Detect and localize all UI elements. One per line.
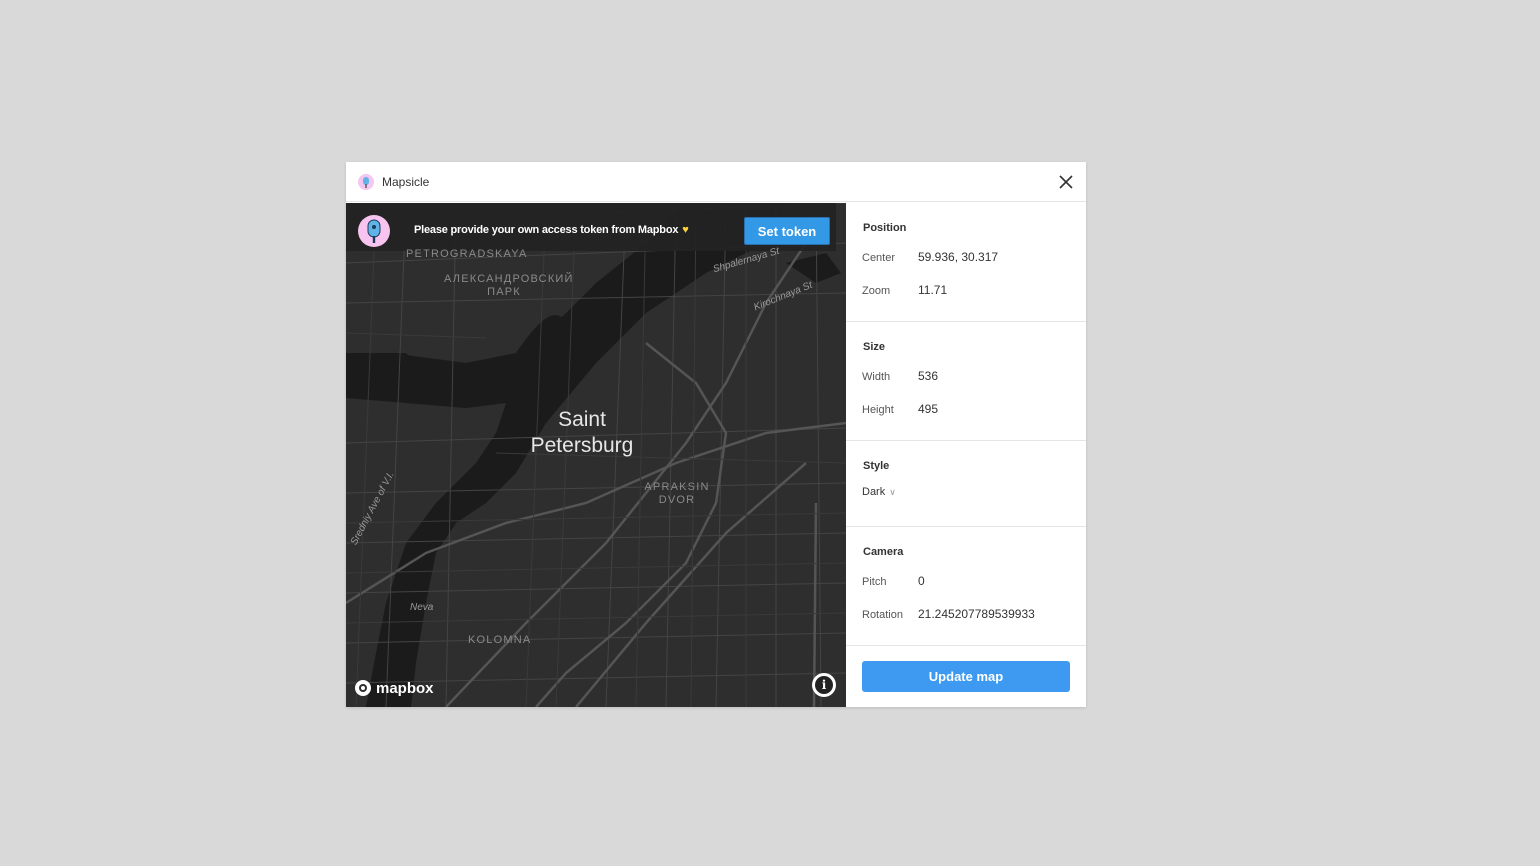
- mapbox-logo-icon: [355, 680, 371, 696]
- map-info-button[interactable]: i: [812, 673, 836, 697]
- style-section: Style Dark ∨: [846, 441, 1086, 527]
- map-label-apraksin: APRAKSIN DVOR: [642, 481, 712, 507]
- height-value[interactable]: 495: [918, 402, 1078, 416]
- style-dropdown[interactable]: Dark ∨: [862, 486, 896, 498]
- popsicle-icon: [358, 174, 374, 190]
- set-token-button[interactable]: Set token: [744, 217, 830, 245]
- plugin-window: Mapsicle Please provide your own access …: [346, 162, 1086, 707]
- map-city-label: Saint Petersburg: [522, 407, 642, 459]
- update-map-button[interactable]: Update map: [862, 661, 1070, 692]
- center-value[interactable]: 59.936, 30.317: [918, 250, 1078, 264]
- river-label-neva: Neva: [410, 602, 434, 613]
- style-selected: Dark: [862, 486, 886, 498]
- popsicle-icon: [358, 215, 390, 247]
- pitch-label: Pitch: [862, 576, 887, 588]
- size-title: Size: [863, 341, 886, 353]
- settings-panel: Position Center 59.936, 30.317 Zoom 11.7…: [846, 203, 1086, 707]
- rotation-label: Rotation: [862, 609, 903, 621]
- center-label: Center: [862, 252, 896, 264]
- width-label: Width: [862, 371, 891, 383]
- close-icon[interactable]: [1056, 172, 1076, 192]
- window-title: Mapsicle: [382, 175, 430, 189]
- position-title: Position: [863, 222, 907, 234]
- height-label: Height: [862, 404, 894, 416]
- map-view[interactable]: Please provide your own access token fro…: [346, 203, 846, 707]
- mapbox-wordmark: mapbox: [376, 679, 434, 697]
- map-label-park: АЛЕКСАНДРОВСКИЙ ПАРК: [444, 273, 574, 299]
- title-bar: Mapsicle: [346, 162, 1086, 202]
- camera-section: Camera Pitch 0 Rotation 21.2452077895399…: [846, 527, 1086, 646]
- map-label-park-line1: АЛЕКСАНДРОВСКИЙ: [444, 273, 574, 285]
- token-banner: Please provide your own access token fro…: [346, 203, 836, 251]
- position-section: Position Center 59.936, 30.317 Zoom 11.7…: [846, 203, 1086, 322]
- zoom-label: Zoom: [862, 285, 891, 297]
- info-icon: i: [815, 676, 833, 694]
- city-line2: Petersburg: [530, 434, 634, 457]
- size-section: Size Width 536 Height 495: [846, 322, 1086, 441]
- camera-title: Camera: [863, 546, 904, 558]
- map-label-apraksin-line1: APRAKSIN: [644, 481, 710, 493]
- map-label-apraksin-line2: DVOR: [658, 494, 696, 506]
- city-line1: Saint: [558, 408, 606, 431]
- heart-icon: ♥: [682, 224, 689, 236]
- chevron-down-icon: ∨: [889, 487, 896, 497]
- zoom-value[interactable]: 11.71: [918, 283, 1078, 297]
- map-label-petrogradskaya: PETROGRADSKAYA: [406, 248, 528, 260]
- pitch-value[interactable]: 0: [918, 574, 1078, 588]
- width-value[interactable]: 536: [918, 369, 1078, 383]
- mapbox-attribution[interactable]: mapbox: [354, 678, 434, 698]
- rotation-value[interactable]: 21.245207789539933: [918, 607, 1048, 621]
- map-label-kolomna: KOLOMNA: [468, 634, 532, 646]
- map-label-park-line2: ПАРК: [487, 286, 521, 298]
- banner-message: Please provide your own access token fro…: [414, 224, 689, 236]
- banner-text: Please provide your own access token fro…: [414, 224, 679, 236]
- style-title: Style: [863, 460, 890, 472]
